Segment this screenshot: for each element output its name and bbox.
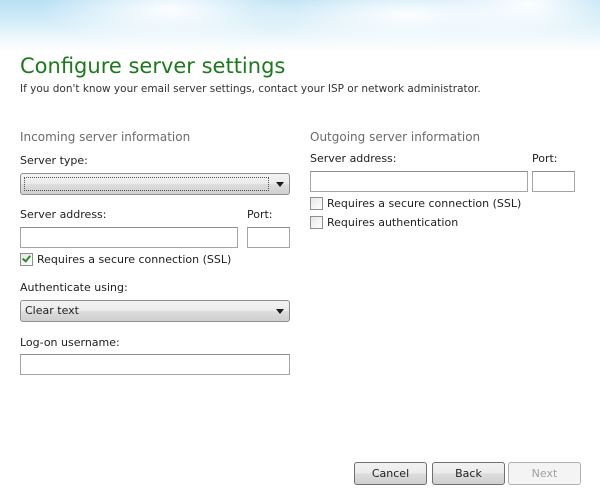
incoming-port-input[interactable] <box>247 227 290 248</box>
outgoing-port-input[interactable] <box>532 171 575 192</box>
outgoing-section-title: Outgoing server information <box>310 130 481 144</box>
server-type-label: Server type: <box>20 154 88 167</box>
outgoing-server-address-label: Server address: <box>310 152 397 165</box>
authenticate-dropdown[interactable]: Clear text <box>20 300 290 322</box>
incoming-server-address-input[interactable] <box>20 227 238 248</box>
server-type-dropdown[interactable] <box>20 173 290 195</box>
checkmark-icon <box>22 253 31 263</box>
authenticate-value: Clear text <box>25 304 79 317</box>
chevron-down-icon <box>276 309 284 314</box>
incoming-section-title: Incoming server information <box>20 130 191 144</box>
focus-rect <box>24 177 269 191</box>
logon-username-value: . <box>31 370 196 374</box>
incoming-ssl-label: Requires a secure connection (SSL) <box>37 253 232 266</box>
header-banner <box>0 0 600 52</box>
outgoing-port-label: Port: <box>532 152 558 165</box>
incoming-port-label: Port: <box>247 208 273 221</box>
back-button[interactable]: Back <box>432 462 505 485</box>
logon-username-label: Log-on username: <box>20 336 120 349</box>
outgoing-auth-label: Requires authentication <box>327 216 459 229</box>
logon-username-input[interactable]: . <box>20 354 290 375</box>
incoming-server-address-label: Server address: <box>20 208 107 221</box>
chevron-down-icon <box>276 182 284 187</box>
outgoing-server-address-input[interactable] <box>310 171 528 192</box>
page-title: Configure server settings <box>20 54 286 78</box>
cancel-button[interactable]: Cancel <box>354 462 427 485</box>
outgoing-auth-checkbox[interactable] <box>310 216 323 229</box>
page-subtitle: If you don't know your email server sett… <box>20 83 481 95</box>
outgoing-ssl-checkbox[interactable] <box>310 197 323 210</box>
authenticate-label: Authenticate using: <box>20 281 128 294</box>
incoming-ssl-checkbox[interactable] <box>20 253 33 266</box>
next-button[interactable]: Next <box>508 462 581 485</box>
outgoing-ssl-label: Requires a secure connection (SSL) <box>327 197 522 210</box>
